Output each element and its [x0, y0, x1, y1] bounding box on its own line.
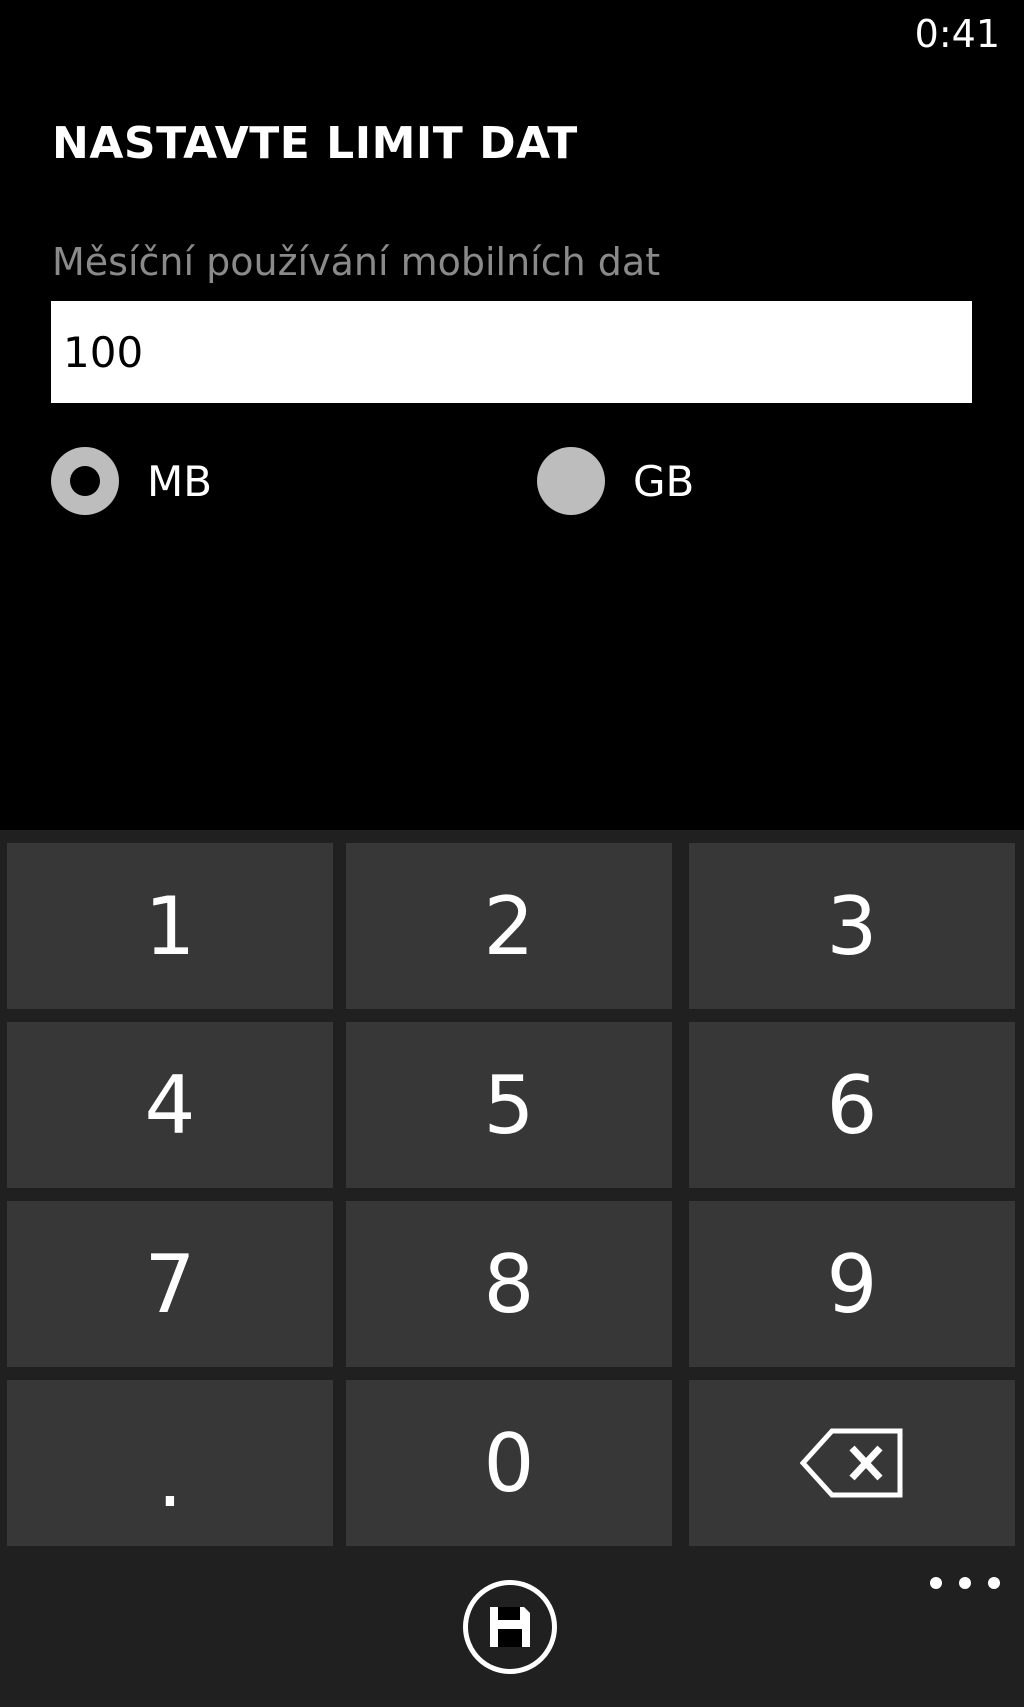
more-icon-dot	[988, 1577, 1000, 1589]
key-6-label: 6	[826, 1058, 878, 1152]
app-bar	[0, 1558, 1024, 1707]
key-8[interactable]: 8	[346, 1201, 672, 1367]
key-2[interactable]: 2	[346, 843, 672, 1009]
key-6[interactable]: 6	[689, 1022, 1015, 1188]
more-options-button[interactable]	[930, 1558, 1000, 1608]
data-limit-input[interactable]	[51, 301, 972, 403]
key-4-label: 4	[144, 1058, 196, 1152]
key-1[interactable]: 1	[7, 843, 333, 1009]
key-3-label: 3	[826, 879, 878, 973]
radio-mb[interactable]: MB	[51, 446, 212, 516]
key-8-label: 8	[483, 1237, 535, 1331]
key-0-label: 0	[483, 1416, 535, 1510]
save-button[interactable]	[463, 1580, 557, 1674]
key-9[interactable]: 9	[689, 1201, 1015, 1367]
key-3[interactable]: 3	[689, 843, 1015, 1009]
key-decimal-point-label: .	[157, 1431, 183, 1525]
save-icon	[490, 1607, 530, 1647]
status-bar: 0:41	[0, 0, 1024, 70]
key-0[interactable]: 0	[346, 1380, 672, 1546]
key-2-label: 2	[483, 879, 535, 973]
key-5[interactable]: 5	[346, 1022, 672, 1188]
radio-selected-icon[interactable]	[51, 447, 119, 515]
radio-mb-label: MB	[147, 456, 213, 506]
key-decimal-point[interactable]: .	[7, 1380, 333, 1546]
backspace-key[interactable]	[689, 1380, 1015, 1546]
data-limit-label: Měsíční používání mobilních dat	[52, 240, 661, 284]
clock: 0:41	[914, 12, 1000, 56]
key-1-label: 1	[144, 879, 196, 973]
more-icon-dot	[930, 1577, 942, 1589]
more-icon-dot	[959, 1577, 971, 1589]
radio-unselected-icon[interactable]	[537, 447, 605, 515]
key-7[interactable]: 7	[7, 1201, 333, 1367]
radio-gb[interactable]: GB	[537, 446, 694, 516]
backspace-icon	[800, 1428, 903, 1498]
key-5-label: 5	[483, 1058, 535, 1152]
radio-gb-label: GB	[633, 456, 695, 506]
key-9-label: 9	[826, 1237, 878, 1331]
key-4[interactable]: 4	[7, 1022, 333, 1188]
page-title: NASTAVTE LIMIT DAT	[52, 118, 578, 169]
key-7-label: 7	[144, 1237, 196, 1331]
